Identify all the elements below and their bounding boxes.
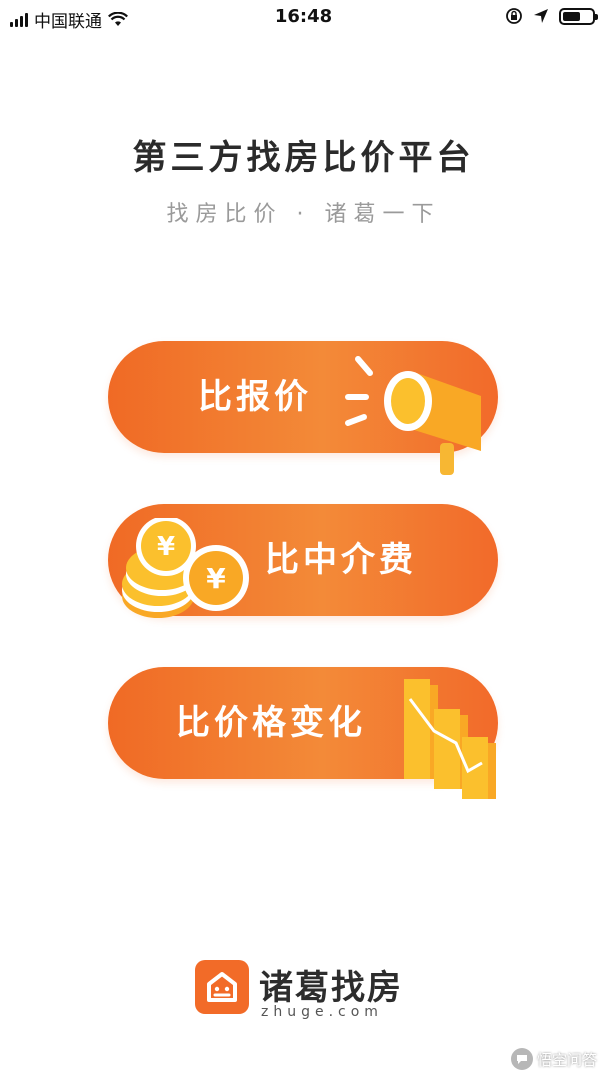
page-title: 第三方找房比价平台: [132, 138, 475, 178]
status-bar-right: [505, 7, 598, 25]
compare-agency-fee-label: 比中介费: [265, 540, 417, 580]
svg-text:¥: ¥: [206, 562, 226, 595]
brand-logo: 诸葛找房 zhuge.com: [195, 960, 435, 1030]
compare-agency-fee-button[interactable]: ¥ ¥ 比中介费: [108, 504, 498, 618]
house-logo-icon: [195, 960, 249, 1014]
compare-quotes-button[interactable]: 比报价: [108, 341, 498, 475]
compare-quotes-label: 比报价: [198, 377, 312, 417]
watermark-text: 悟空问答: [536, 1050, 597, 1069]
svg-text:¥: ¥: [157, 532, 175, 562]
status-bar: 中国联通 16:48: [0, 0, 607, 36]
yuan-coins-icon: ¥ ¥: [122, 518, 249, 618]
orientation-lock-icon: [506, 8, 522, 24]
brand-url: zhuge.com: [261, 1004, 383, 1020]
megaphone-icon: [345, 356, 481, 475]
location-arrow-icon: [534, 9, 548, 23]
compare-price-change-button[interactable]: 比价格变化: [108, 667, 498, 799]
brand-name: 诸葛找房: [259, 968, 403, 1008]
bar-chart-icon: [404, 679, 496, 799]
battery-level: [563, 11, 580, 21]
page-subtitle: 找房比价 · 诸葛一下: [166, 202, 441, 227]
watermark: 悟空问答: [510, 1048, 597, 1070]
chat-bubble-icon: [510, 1048, 533, 1070]
battery-icon: [559, 7, 598, 25]
compare-price-change-label: 比价格变化: [176, 703, 366, 743]
